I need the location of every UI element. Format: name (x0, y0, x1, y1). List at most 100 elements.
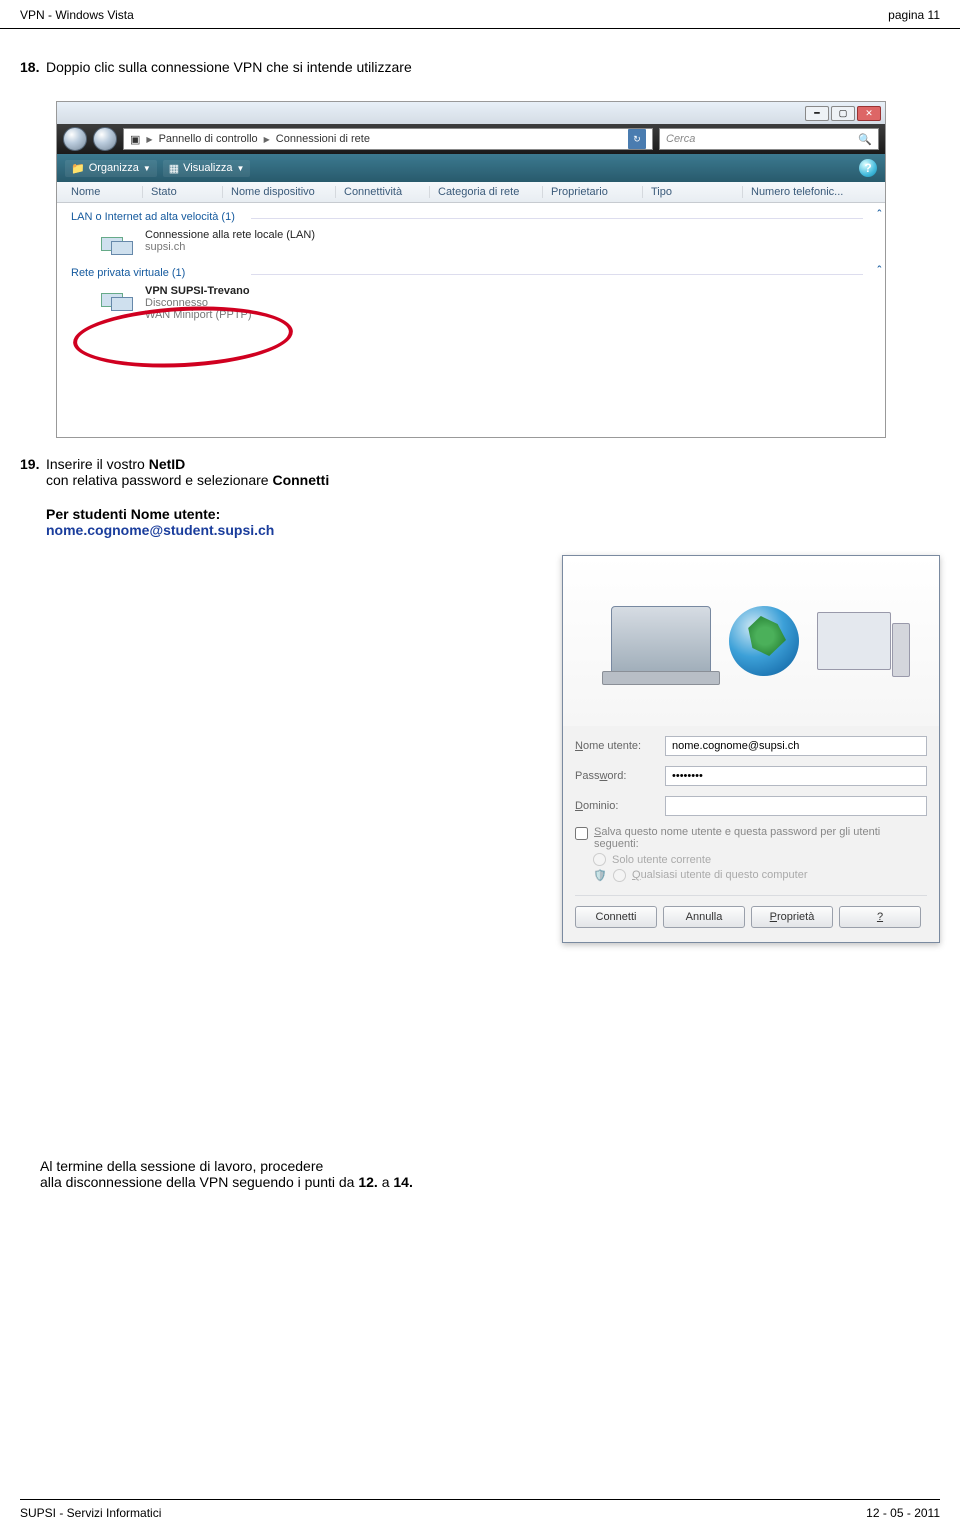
network-icon (97, 229, 135, 257)
step-19-sub: Per studenti Nome utente: nome.cognome@s… (46, 506, 480, 538)
breadcrumb-controlpanel[interactable]: Pannello di controllo (159, 133, 258, 145)
footer-right: 12 - 05 - 2011 (866, 1506, 940, 1520)
nav-bar: ▣ ▶ Pannello di controllo ▶ Connessioni … (57, 124, 885, 154)
group-vpn-label: Rete privata virtuale (1) (71, 267, 185, 279)
vpn-status: Disconnesso (145, 297, 252, 309)
col-categoria[interactable]: Categoria di rete (438, 186, 543, 198)
network-icon (97, 285, 135, 313)
end-l2a: alla disconnessione della VPN seguendo i… (40, 1174, 358, 1190)
group-lan-label: LAN o Internet ad alta velocità (1) (71, 211, 235, 223)
step19-sub-line1: Per studenti Nome utente: (46, 506, 480, 522)
explorer-window: ━ ▢ ✕ ▣ ▶ Pannello di controllo ▶ Connes… (56, 101, 886, 438)
save-credentials-checkbox[interactable] (575, 827, 588, 840)
view-icon: ▦ (169, 162, 179, 175)
vpn-device: WAN Miniport (PPTP) (145, 309, 252, 321)
dialog-illustration (563, 556, 939, 726)
search-icon: 🔍 (858, 133, 872, 146)
end-mid: a (378, 1174, 394, 1190)
password-input[interactable] (665, 766, 927, 786)
maximize-button[interactable]: ▢ (831, 106, 855, 121)
view-button[interactable]: ▦ Visualizza ▼ (163, 160, 251, 177)
organize-label: Organizza (89, 162, 139, 174)
page-header: VPN - Windows Vista pagina 11 (0, 0, 960, 29)
toolbar: 📁 Organizza ▼ ▦ Visualizza ▼ ? (57, 154, 885, 182)
lan-connection-item[interactable]: Connessione alla rete locale (LAN) supsi… (71, 227, 885, 263)
chevron-down-icon: ▼ (237, 164, 245, 173)
shield-icon: 🛡️ (593, 868, 607, 882)
step-18: 18. Doppio clic sulla connessione VPN ch… (20, 59, 940, 75)
password-label: Password:Password: (575, 770, 665, 782)
control-panel-icon: ▣ (130, 133, 140, 146)
lan-sub: supsi.ch (145, 241, 315, 253)
end-line1: Al termine della sessione di lavoro, pro… (40, 1158, 920, 1174)
footer-left: SUPSI - Servizi Informatici (20, 1506, 161, 1520)
column-headers: Nome Stato Nome dispositivo Connettività… (57, 182, 885, 203)
file-area: LAN o Internet ad alta velocità (1) ˆ Co… (57, 203, 885, 437)
step-19-mid: con relativa password e selezionare (46, 472, 272, 488)
radio-all-users (613, 869, 626, 882)
domain-label: Dominio:Dominio: (575, 800, 665, 812)
end-p2: 14. (393, 1174, 412, 1190)
pc-icon (817, 612, 891, 670)
col-numero[interactable]: Numero telefonic... (751, 186, 877, 198)
titlebar: ━ ▢ ✕ (57, 102, 885, 124)
forward-button[interactable] (93, 127, 117, 151)
step19-sub-email: nome.cognome@student.supsi.ch (46, 522, 480, 538)
chevron-right-icon: ▶ (264, 135, 270, 144)
end-text: Al termine della sessione di lavoro, pro… (40, 1158, 920, 1190)
folder-icon: 📁 (71, 162, 85, 175)
chevron-down-icon: ▼ (143, 164, 151, 173)
laptop-icon (611, 606, 711, 676)
vpn-name: VPN SUPSI-Trevano (145, 285, 252, 297)
collapse-icon[interactable]: ˆ (877, 209, 881, 221)
organize-button[interactable]: 📁 Organizza ▼ (65, 160, 157, 177)
col-stato[interactable]: Stato (151, 186, 223, 198)
cancel-button[interactable]: Annulla (663, 906, 745, 928)
col-connettivita[interactable]: Connettività (344, 186, 430, 198)
lan-name: Connessione alla rete locale (LAN) (145, 229, 315, 241)
collapse-icon[interactable]: ˆ (877, 265, 881, 277)
search-input[interactable]: Cerca 🔍 (659, 128, 879, 150)
end-line2: alla disconnessione della VPN seguendo i… (40, 1174, 920, 1190)
back-button[interactable] (63, 127, 87, 151)
radio-all-users-label: Qualsiasi utente di questo computerQuals… (632, 869, 808, 881)
save-credentials-label: Salva questo nome utente e questa passwo… (594, 826, 927, 850)
breadcrumb-networkconn[interactable]: Connessioni di rete (276, 133, 370, 145)
chevron-right-icon: ▶ (146, 135, 152, 144)
doc-title: VPN - Windows Vista (20, 8, 134, 22)
col-proprietario[interactable]: Proprietario (551, 186, 643, 198)
properties-button[interactable]: ProprietàProprietà (751, 906, 833, 928)
end-p1: 12. (358, 1174, 377, 1190)
step-19-num: 19. (20, 456, 46, 488)
minimize-button[interactable]: ━ (805, 106, 829, 121)
connect-dialog: NNome utente:ome utente: Password:Passwo… (562, 555, 940, 943)
step-19-text: Inserire il vostro NetID con relativa pa… (46, 456, 329, 488)
globe-icon (729, 606, 799, 676)
col-nome[interactable]: Nome (71, 186, 143, 198)
radio-current-user-label: Solo utente corrente (612, 854, 711, 866)
view-label: Visualizza (183, 162, 232, 174)
col-dispositivo[interactable]: Nome dispositivo (231, 186, 336, 198)
radio-current-user (593, 853, 606, 866)
help-button[interactable]: ? (859, 159, 877, 177)
domain-input (665, 796, 927, 816)
col-tipo[interactable]: Tipo (651, 186, 743, 198)
search-placeholder: Cerca (666, 133, 695, 145)
step-19-conn: Connetti (272, 472, 329, 488)
address-bar[interactable]: ▣ ▶ Pannello di controllo ▶ Connessioni … (123, 128, 653, 150)
username-input[interactable] (665, 736, 927, 756)
page-number: pagina 11 (888, 8, 940, 22)
step-19-netid: NetID (149, 456, 186, 472)
vpn-connection-item[interactable]: VPN SUPSI-Trevano Disconnesso WAN Minipo… (71, 283, 885, 327)
username-label: NNome utente:ome utente: (575, 740, 665, 752)
group-lan[interactable]: LAN o Internet ad alta velocità (1) ˆ (71, 207, 885, 227)
step-18-num: 18. (20, 59, 46, 75)
help-button[interactable]: ? (839, 906, 921, 928)
refresh-button[interactable]: ↻ (628, 129, 646, 149)
step-19: 19. Inserire il vostro NetID con relativ… (20, 456, 480, 538)
group-vpn[interactable]: Rete privata virtuale (1) ˆ (71, 263, 885, 283)
page-footer: SUPSI - Servizi Informatici 12 - 05 - 20… (20, 1499, 940, 1520)
connect-button[interactable]: Connetti (575, 906, 657, 928)
step-19-pre: Inserire il vostro (46, 456, 149, 472)
close-button[interactable]: ✕ (857, 106, 881, 121)
